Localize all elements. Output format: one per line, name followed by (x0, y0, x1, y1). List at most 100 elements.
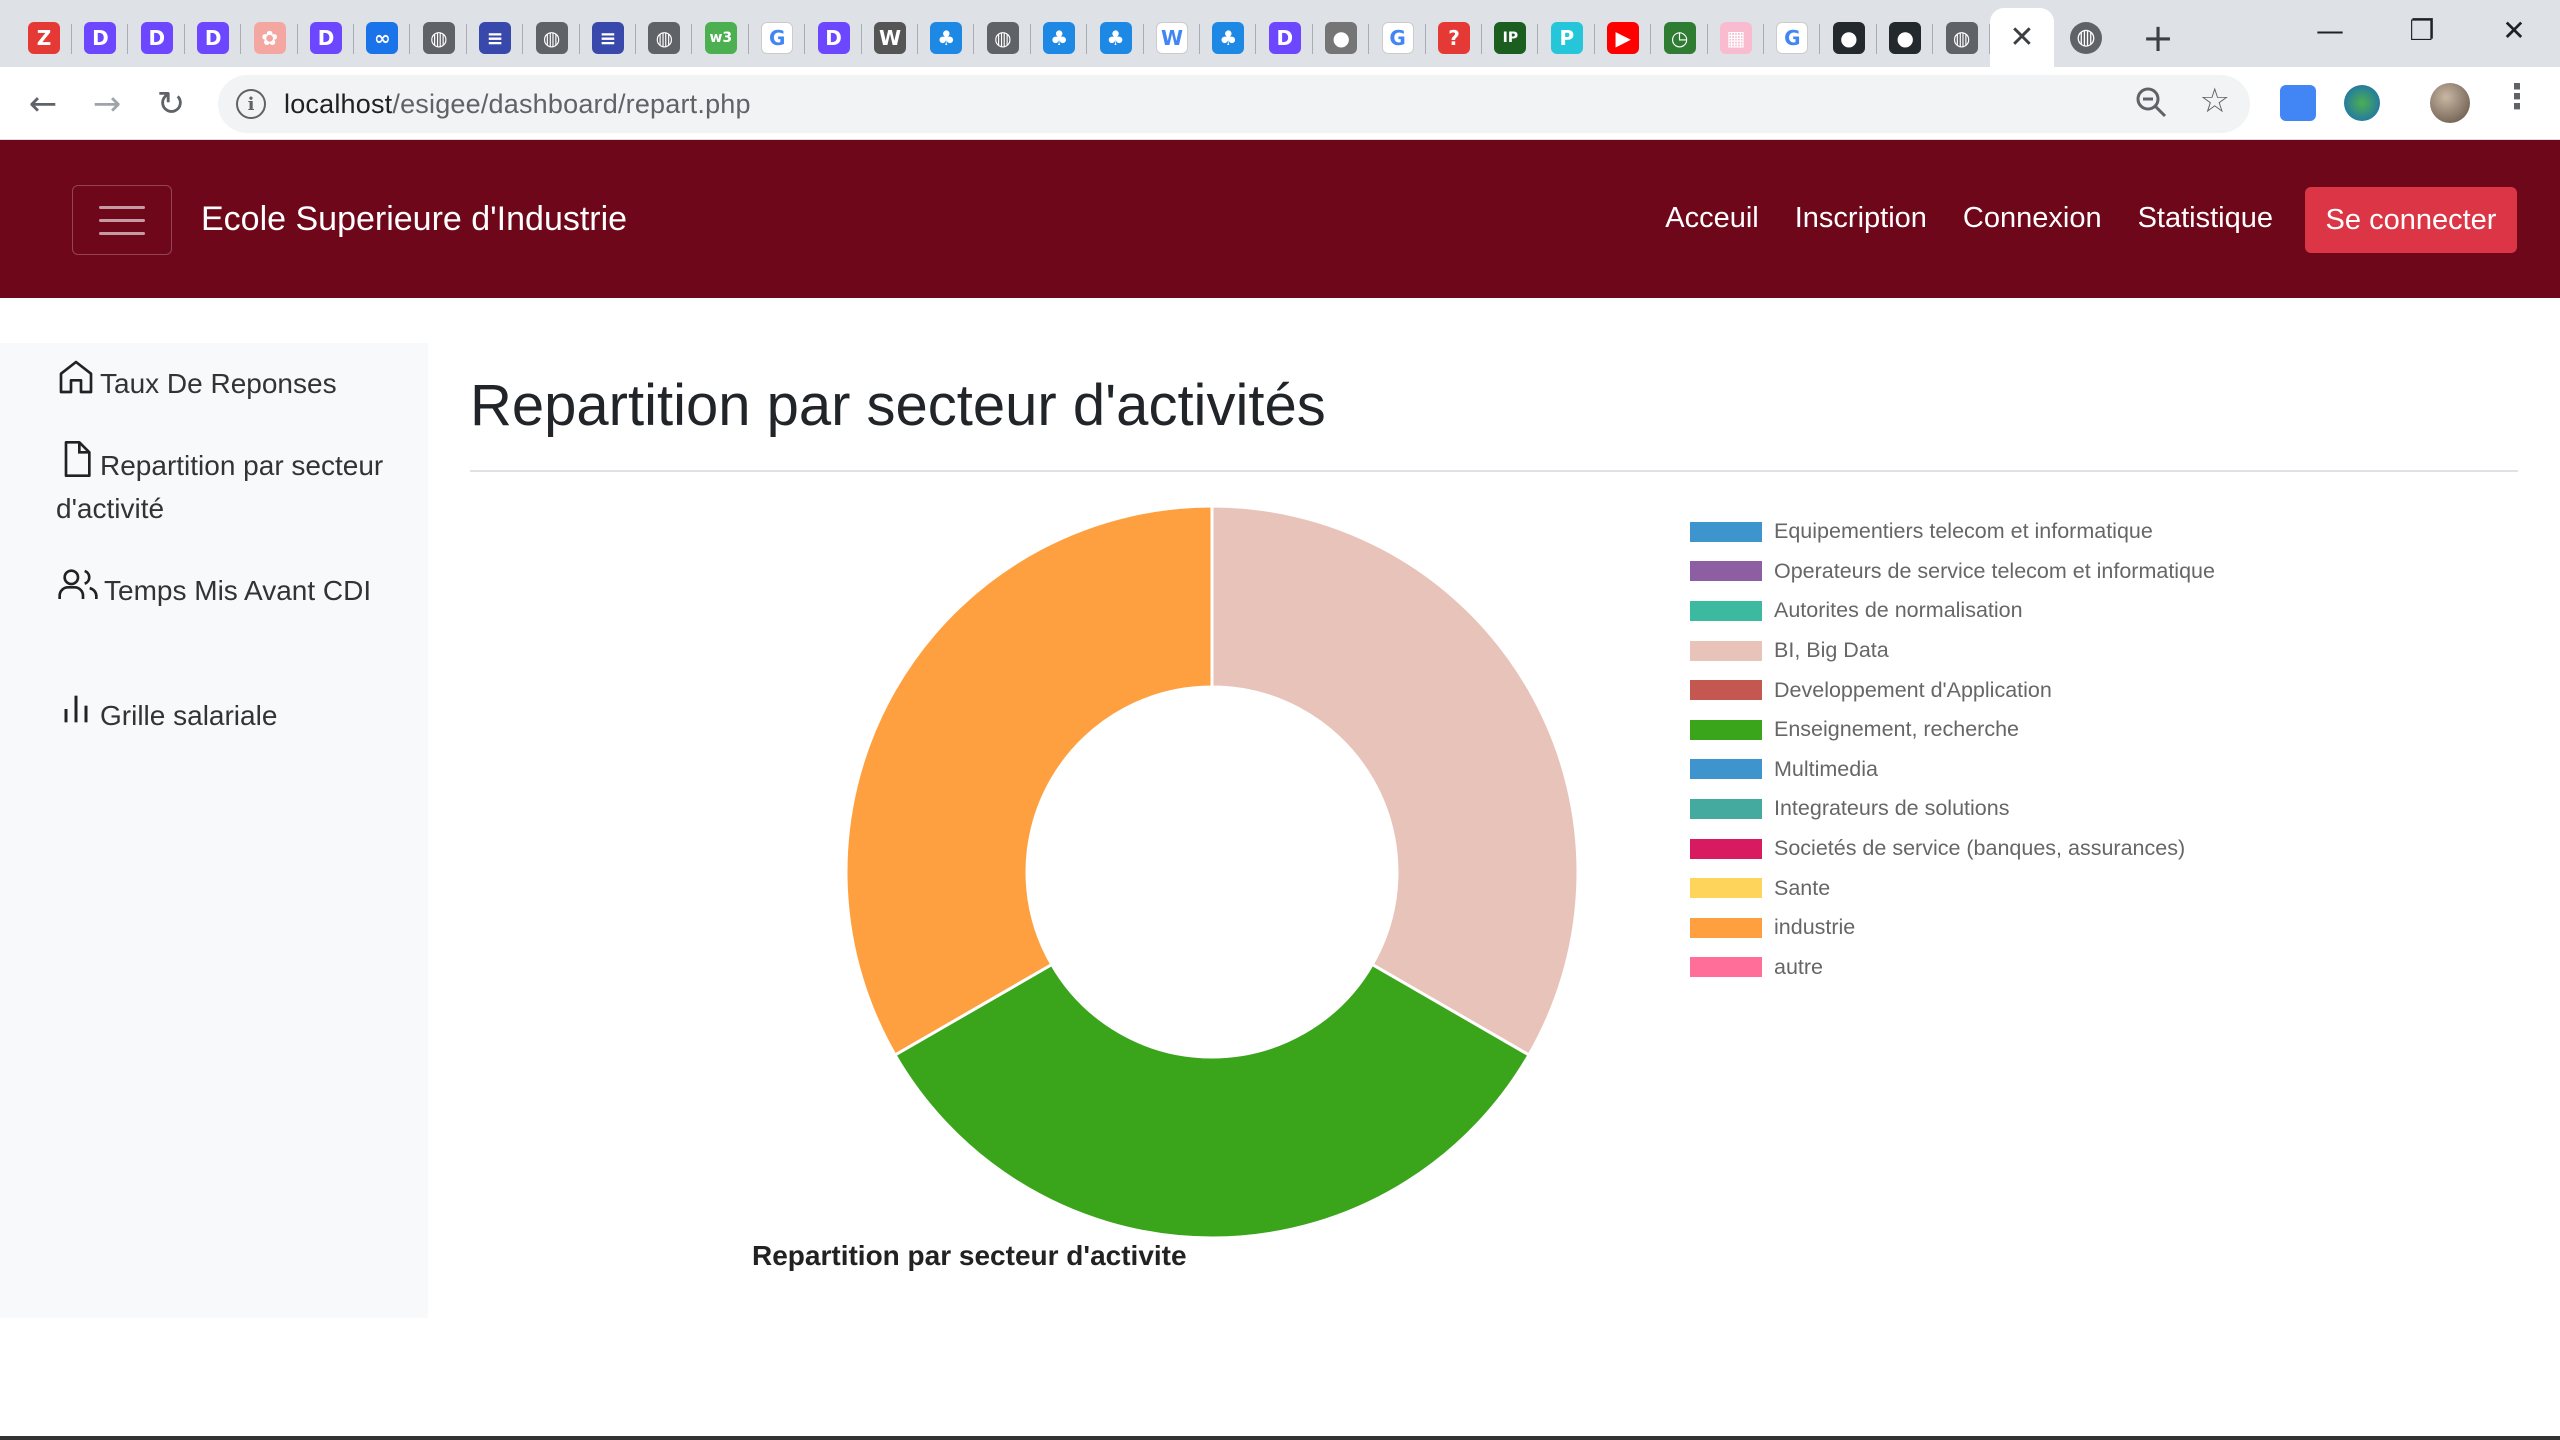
legend-item[interactable]: Sante (1690, 868, 2215, 908)
browser-tab[interactable]: ● (1877, 8, 1934, 67)
nav-link-statistique[interactable]: Statistique (2138, 202, 2273, 235)
browser-tab[interactable]: ◍ (524, 8, 580, 67)
legend-item[interactable]: industrie (1690, 908, 2215, 948)
browser-tab[interactable]: D (129, 8, 185, 67)
browser-tab[interactable]: ▦ (1708, 8, 1764, 67)
browser-tab[interactable]: ◷ (1652, 8, 1708, 67)
browser-tab[interactable]: ♣ (1031, 8, 1088, 67)
sidebar-item-grille-salariale[interactable]: Grille salariale (56, 689, 386, 737)
browser-menu-icon[interactable]: ⋮ (2500, 77, 2534, 117)
browser-tab[interactable]: ? (1426, 8, 1482, 67)
legend-item[interactable]: Equipementiers telecom et informatique (1690, 512, 2215, 552)
browser-tab[interactable]: W (1144, 8, 1200, 67)
nav-link-inscription[interactable]: Inscription (1795, 202, 1927, 235)
profile-avatar[interactable] (2430, 83, 2470, 123)
forward-button[interactable]: → (82, 79, 132, 129)
legend-item[interactable]: Developpement d'Application (1690, 670, 2215, 710)
browser-tab[interactable]: G (749, 8, 806, 67)
browser-tab[interactable]: ◍ (1934, 8, 1990, 67)
login-button[interactable]: Se connecter (2305, 187, 2517, 253)
sidebar-item-repartition[interactable]: Repartition par secteur d'activité (56, 439, 386, 530)
zoom-icon[interactable] (2134, 85, 2168, 119)
reload-button[interactable]: ↻ (146, 79, 196, 129)
chart-legend: Equipementiers telecom et informatique Op… (1690, 512, 2215, 987)
legend-item[interactable]: autre (1690, 948, 2215, 988)
sidebar-item-taux-reponses[interactable]: Taux De Reponses (56, 357, 386, 405)
nav-link-acceuil[interactable]: Acceuil (1665, 202, 1759, 235)
title-divider (470, 470, 2518, 472)
browser-tab[interactable]: ◍ (2058, 8, 2114, 67)
users-icon (58, 569, 98, 599)
bookmark-star-icon[interactable]: ☆ (2200, 81, 2230, 121)
minimize-button[interactable]: — (2284, 0, 2376, 60)
browser-tab[interactable]: ∞ (354, 8, 411, 67)
zotero-icon: Z (28, 21, 60, 54)
browser-tab[interactable]: Z (16, 8, 72, 67)
browser-tab[interactable]: ♣ (1200, 8, 1257, 67)
legend-item[interactable]: Enseignement, recherche (1690, 710, 2215, 750)
home-icon (59, 360, 93, 394)
globe-extension-icon[interactable] (2344, 85, 2380, 121)
site-info-icon[interactable]: i (236, 89, 266, 119)
browser-tab[interactable]: ▶ (1595, 8, 1652, 67)
browser-tab[interactable]: D (1257, 8, 1313, 67)
stack-icon: ≡ (592, 21, 624, 54)
browser-tab[interactable]: D (298, 8, 354, 67)
site-brand[interactable]: Ecole Superieure d'Industrie (201, 200, 627, 239)
url-text[interactable]: localhost/esigee/dashboard/repart.php (284, 89, 751, 120)
browser-tab[interactable]: G (1370, 8, 1426, 67)
address-bar[interactable]: i localhost/esigee/dashboard/repart.php … (218, 75, 2250, 133)
close-tab-icon[interactable]: ✕ (2009, 20, 2034, 55)
browser-tab[interactable]: ♣ (918, 8, 975, 67)
browser-tab[interactable]: ◍ (411, 8, 467, 67)
donut-slice-bi-big-data[interactable] (1210, 504, 1580, 1058)
menu-toggle-button[interactable] (72, 185, 172, 255)
browser-tab[interactable]: IP (1482, 8, 1539, 67)
active-tab[interactable]: ✕ (1990, 8, 2054, 67)
legend-label: BI, Big Data (1774, 638, 1889, 663)
browser-tab[interactable]: ≡ (580, 8, 636, 67)
browser-tab[interactable]: D (806, 8, 862, 67)
new-tab-button[interactable]: + (2134, 8, 2182, 67)
timer-icon: ◷ (1663, 21, 1696, 54)
cookie-icon: ✿ (253, 21, 286, 54)
google-icon: G (1381, 21, 1414, 54)
browser-tab[interactable]: ◍ (975, 8, 1031, 67)
restore-button[interactable]: ❐ (2376, 0, 2468, 60)
legend-item[interactable]: BI, Big Data (1690, 631, 2215, 671)
sidebar-item-label: Taux De Reponses (100, 368, 337, 399)
sidebar-item-temps-cdi[interactable]: Temps Mis Avant CDI (56, 564, 386, 612)
legend-swatch (1690, 680, 1762, 701)
legend-item[interactable]: Multimedia (1690, 750, 2215, 790)
close-window-button[interactable]: ✕ (2468, 0, 2560, 60)
browser-tab[interactable]: ● (1821, 8, 1877, 67)
legend-item[interactable]: Integrateurs de solutions (1690, 789, 2215, 829)
back-button[interactable]: ← (18, 79, 68, 129)
donut-slice-enseignement-recherche[interactable] (892, 962, 1532, 1240)
browser-tab[interactable]: ✿ (242, 8, 298, 67)
nav-links: Acceuil Inscription Connexion Statistiqu… (1665, 202, 2273, 235)
browser-tab[interactable]: D (185, 8, 242, 67)
legend-swatch (1690, 640, 1762, 661)
browser-tab[interactable]: ◍ (636, 8, 693, 67)
legend-swatch (1690, 561, 1762, 582)
browser-tab[interactable]: P (1539, 8, 1595, 67)
browser-tab[interactable]: ≡ (467, 8, 524, 67)
browser-tab[interactable]: ♣ (1088, 8, 1144, 67)
browser-tab[interactable]: D (72, 8, 129, 67)
translate-extension-icon[interactable] (2280, 85, 2316, 121)
donut-slice-industrie[interactable] (844, 504, 1214, 1058)
legend-item[interactable]: Operateurs de service telecom et informa… (1690, 552, 2215, 592)
legend-swatch (1690, 521, 1762, 542)
browser-tab[interactable]: ● (1313, 8, 1370, 67)
browser-tab[interactable]: w3 (693, 8, 749, 67)
globe-icon: ◍ (535, 21, 568, 54)
browser-tab[interactable]: W (862, 8, 918, 67)
stack-icon: ≡ (479, 21, 512, 54)
github-icon: ● (1832, 21, 1865, 54)
browser-tab[interactable]: G (1764, 8, 1821, 67)
legend-item[interactable]: Autorites de normalisation (1690, 591, 2215, 631)
legend-item[interactable]: Societés de service (banques, assurances… (1690, 829, 2215, 869)
p-icon: P (1550, 21, 1583, 54)
nav-link-connexion[interactable]: Connexion (1963, 202, 2102, 235)
